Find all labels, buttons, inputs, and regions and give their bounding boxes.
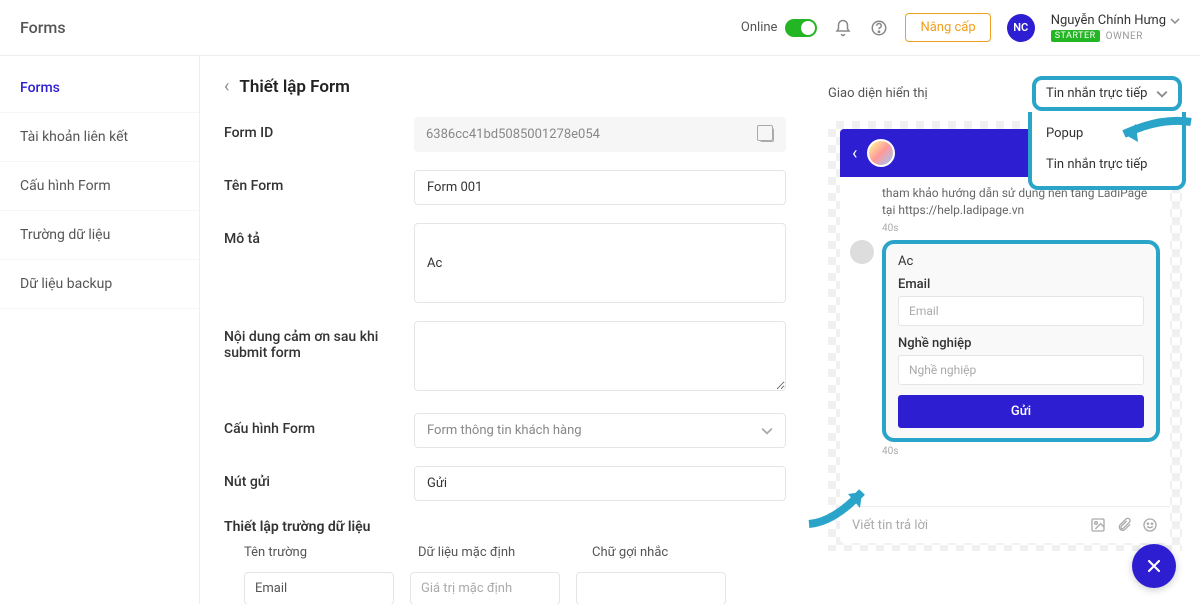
form-bubble: Ac Email Nghề nghiệp Gửi [882,240,1160,442]
sidebar-item-backup-data[interactable]: Dữ liệu backup [0,260,199,309]
form-settings-panel: ‹ Thiết lập Form Form ID 6386cc41bd50850… [200,56,810,604]
field1-input[interactable] [898,296,1144,326]
avatar[interactable]: NC [1007,14,1035,42]
attachment-icon[interactable] [1116,517,1132,533]
online-status: Online [741,19,818,37]
online-toggle[interactable] [785,19,817,37]
close-icon [1144,556,1164,576]
label-submit-btn: Nút gửi [224,466,414,490]
col-hint: Chữ gợi nhắc [592,545,742,560]
annotation-arrow-2 [804,474,884,534]
label-form-name: Tên Form [224,170,414,194]
sidebar-item-linked-accounts[interactable]: Tài khoản liên kết [0,113,199,162]
form-id-display: 6386cc41bd5085001278e054 [414,117,786,152]
sidebar-item-form-config[interactable]: Cấu hình Form [0,162,199,211]
label-form-config: Cấu hình Form [224,413,414,437]
chat-input-row: Viết tin trả lời [840,506,1170,543]
chat-body: tham khảo hướng dẫn sử dụng nền tảng Lad… [840,177,1170,506]
chevron-down-icon [1156,88,1168,100]
display-label: Giao diện hiển thị [828,86,928,101]
page-title: Thiết lập Form [239,77,349,97]
owner-label: OWNER [1106,31,1143,42]
header-right: Online Nâng cấp NC Nguyễn Chính Hưng STA… [741,13,1180,42]
label-description: Mô tả [224,223,414,247]
bell-icon[interactable] [833,18,853,38]
chat-avatar [867,139,895,167]
thankyou-input[interactable] [414,321,786,391]
starter-badge: STARTER [1051,30,1100,42]
intro-message: tham khảo hướng dẫn sử dụng nền tảng Lad… [882,185,1160,219]
help-icon[interactable] [869,18,889,38]
field2-input[interactable] [898,355,1144,385]
form-bubble-submit[interactable]: Gửi [898,395,1144,428]
field1-label: Email [898,277,1144,292]
back-button[interactable]: ‹ [224,76,229,97]
close-fab[interactable] [1132,544,1176,588]
chevron-down-icon [1170,16,1180,26]
chat-window: ‹ tham khảo hướng dẫn sử dụng nền tảng L… [840,129,1170,543]
upgrade-button[interactable]: Nâng cấp [905,13,990,42]
col-name: Tên trường [244,545,394,560]
submit-btn-input[interactable] [414,466,786,501]
message-time-1: 40s [882,223,1160,234]
field-hint-input[interactable] [576,572,726,604]
description-input[interactable] [414,223,786,303]
preview-panel: Giao diện hiển thị Tin nhắn trực tiếp Po… [810,56,1200,604]
image-icon[interactable] [1090,517,1106,533]
field2-label: Nghề nghiệp [898,336,1144,351]
form-bubble-title: Ac [898,254,1144,269]
display-mode-select[interactable]: Tin nhắn trực tiếp [1032,76,1182,111]
message-time-2: 40s [882,446,1160,457]
display-select-wrap: Tin nhắn trực tiếp Popup Tin nhắn trực t… [1032,76,1182,111]
chat-back-button[interactable]: ‹ [852,143,857,164]
annotation-arrow-1 [1116,112,1196,152]
sidebar-item-data-fields[interactable]: Trường dữ liệu [0,211,199,260]
emoji-icon[interactable] [1142,517,1158,533]
sidebar: Forms Tài khoản liên kết Cấu hình Form T… [0,56,200,604]
app-title: Forms [20,18,66,37]
label-form-id: Form ID [224,117,414,141]
chevron-down-icon [761,425,773,437]
field-default-input[interactable] [410,572,560,604]
form-config-select[interactable]: Form thông tin khách hàng [414,413,786,448]
field-setup-title: Thiết lập trường dữ liệu [224,519,786,535]
app-header: Forms Online Nâng cấp NC Nguyễn Chính Hư… [0,0,1200,56]
dropdown-option-direct[interactable]: Tin nhắn trực tiếp [1032,149,1182,180]
user-name-text: Nguyễn Chính Hưng [1051,13,1166,28]
field-row [224,572,786,604]
field-name-input[interactable] [244,572,394,604]
sidebar-item-forms[interactable]: Forms [0,64,199,113]
copy-icon[interactable] [760,128,774,142]
col-default: Dữ liệu mặc định [418,545,568,560]
label-thankyou: Nội dung cảm ơn sau khi submit form [224,321,414,361]
form-name-input[interactable] [414,170,786,205]
message-avatar [850,240,874,264]
user-block[interactable]: Nguyễn Chính Hưng STARTER OWNER [1051,13,1180,42]
online-label: Online [741,20,778,35]
field-columns-header: Tên trường Dữ liệu mặc định Chữ gợi nhắc [224,545,786,560]
